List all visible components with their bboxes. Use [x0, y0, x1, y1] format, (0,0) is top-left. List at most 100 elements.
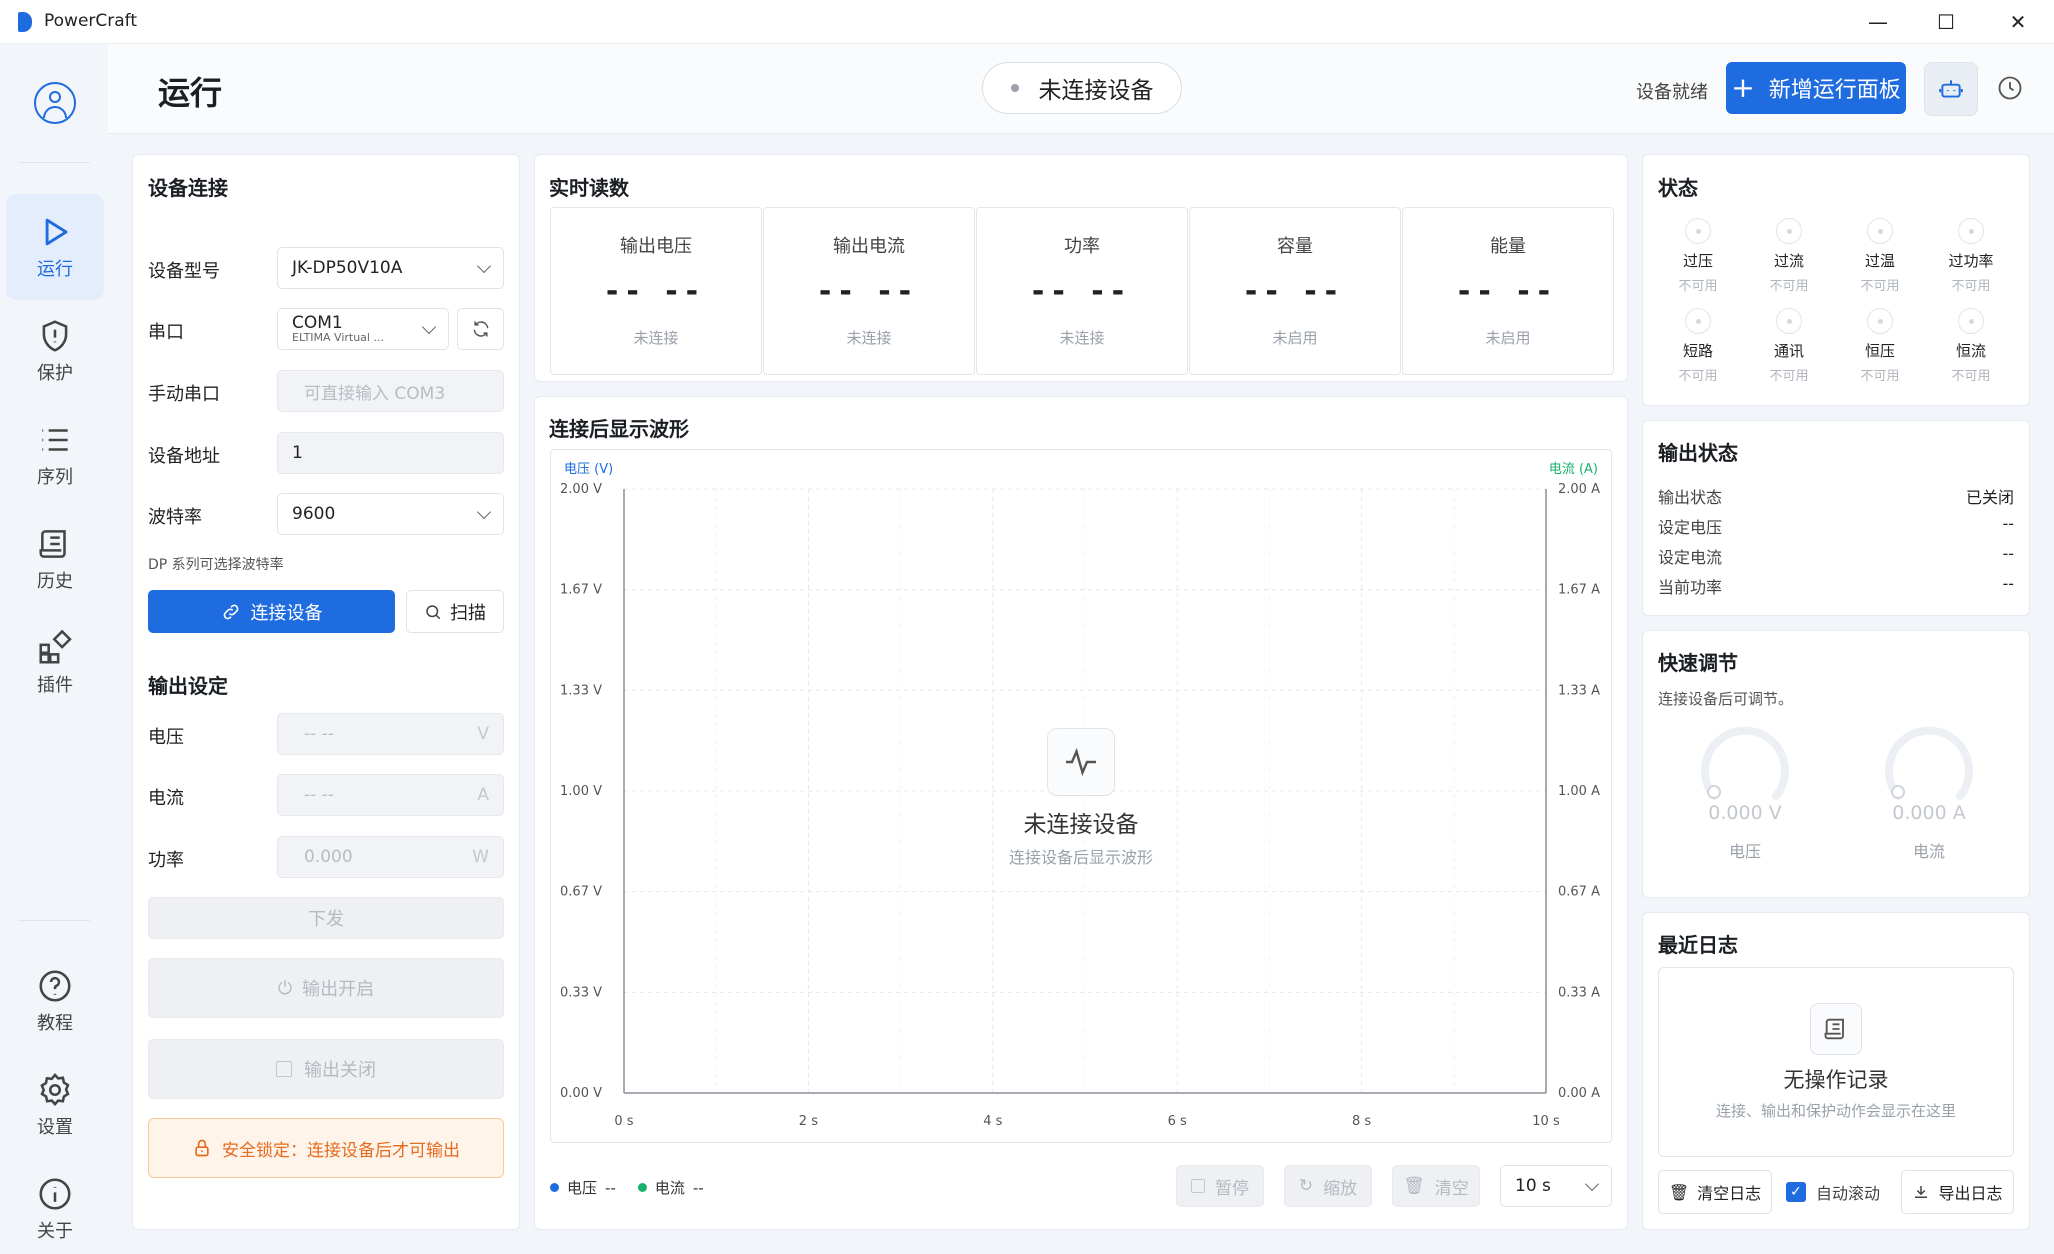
log-empty-title: 无操作记录 — [1783, 1068, 1889, 1092]
stop-square-icon — [276, 1061, 292, 1077]
clear-wave-button[interactable]: 🗑 清空 — [1392, 1165, 1480, 1207]
robot-icon — [1939, 80, 1963, 98]
nav-label: 关于 — [37, 1221, 73, 1242]
current-input[interactable]: -- -- A — [277, 774, 504, 816]
output-settings-title: 输出设定 — [148, 674, 228, 698]
model-select[interactable]: JK-DP50V10A — [277, 247, 504, 289]
user-avatar-icon[interactable] — [34, 82, 76, 124]
voltage-knob[interactable] — [1700, 724, 1790, 814]
nav-item-tutorial[interactable]: 教程 — [6, 948, 104, 1054]
status-sub: 不可用 — [1769, 279, 1809, 294]
y-right-tick-label: 0.00 A — [1558, 1086, 1600, 1101]
nav-item-about[interactable]: 关于 — [6, 1156, 104, 1254]
x-tick-label: 8 s — [1352, 1114, 1371, 1129]
output-on-label: 输出开启 — [302, 979, 375, 1000]
readout-label: 能量 — [1490, 236, 1526, 257]
export-log-label: 导出日志 — [1938, 1184, 2003, 1203]
y-left-tick-label: 0.00 V — [560, 1086, 602, 1101]
nav-label: 插件 — [37, 675, 73, 696]
manual-port-placeholder: 可直接输入 COM3 — [304, 383, 446, 404]
send-button[interactable]: 下发 — [148, 897, 504, 939]
log-scroll-icon — [1810, 1003, 1862, 1055]
nav-item-plugins[interactable]: 插件 — [6, 610, 104, 716]
nav-label: 教程 — [37, 1013, 73, 1034]
connect-label: 连接设备 — [250, 602, 323, 624]
y-left-tick-label: 1.00 V — [560, 784, 602, 799]
waveform-empty-sub: 连接设备后显示波形 — [1008, 848, 1153, 867]
voltage-input[interactable]: -- -- V — [277, 713, 504, 755]
history-clock-button[interactable] — [1996, 74, 2024, 106]
readout-sub: 未启用 — [1272, 329, 1318, 347]
list-icon — [42, 429, 68, 451]
address-input[interactable]: 1 — [277, 432, 504, 474]
status-name: 过压 — [1682, 252, 1713, 270]
new-panel-button[interactable]: + 新增运行面板 — [1726, 62, 1906, 114]
readout-value: -- -- — [1457, 274, 1559, 309]
status-indicator: 短路 不可用 — [1658, 308, 1738, 384]
nav-label: 运行 — [37, 259, 73, 280]
status-sub: 不可用 — [1951, 279, 1991, 294]
status-name: 短路 — [1682, 342, 1713, 360]
nav-item-run[interactable]: 运行 — [6, 194, 104, 300]
y-left-tick-label: 2.00 V — [560, 482, 602, 497]
manual-port-label: 手动串口 — [148, 384, 220, 405]
status-indicator: 恒流 不可用 — [1931, 308, 2011, 384]
clear-log-button[interactable]: 🗑 清空日志 — [1658, 1170, 1772, 1214]
voltage-legend-dot — [550, 1183, 559, 1192]
current-legend-value: -- — [692, 1178, 704, 1197]
current-knob[interactable] — [1884, 724, 1974, 814]
link-icon — [223, 604, 238, 619]
readout-value: -- -- — [605, 274, 707, 309]
device-ready-text: 设备就绪 — [1636, 82, 1708, 103]
baud-select[interactable]: 9600 — [277, 493, 504, 535]
minimize-button[interactable]: — — [1848, 6, 1908, 38]
readout-card: 容量 -- -- 未启用 — [1189, 207, 1401, 375]
nav-item-sequence[interactable]: 序列 — [6, 402, 104, 508]
readout-card: 能量 -- -- 未启用 — [1402, 207, 1614, 375]
output-status-value: -- — [2002, 514, 2014, 533]
output-off-button[interactable]: 输出关闭 — [148, 1039, 504, 1099]
scan-button[interactable]: 扫描 — [406, 590, 504, 633]
status-dot-icon — [1958, 218, 1984, 244]
output-on-button[interactable]: ⏻ 输出开启 — [148, 958, 504, 1018]
robot-button[interactable] — [1924, 62, 1978, 116]
status-dot-icon — [1685, 308, 1711, 334]
manual-port-input[interactable]: 可直接输入 COM3 — [277, 370, 504, 412]
status-indicator: 过温 不可用 — [1840, 218, 1920, 294]
safety-lock-banner: 安全锁定：连接设备后才可输出 — [148, 1118, 504, 1178]
readout-sub: 未连接 — [846, 329, 892, 347]
voltage-legend-label: 电压 — [567, 1179, 598, 1197]
export-log-button[interactable]: 导出日志 — [1901, 1170, 2014, 1214]
status-name: 恒流 — [1955, 342, 1986, 360]
status-sub: 不可用 — [1678, 369, 1718, 384]
pause-button[interactable]: 暂停 — [1176, 1165, 1264, 1207]
chevron-down-icon — [421, 319, 437, 334]
nav-item-history[interactable]: 历史 — [6, 506, 104, 612]
autoscroll-toggle[interactable]: ✓ 自动滚动 — [1786, 1180, 1880, 1204]
trash-icon: 🗑 — [1403, 1176, 1425, 1196]
y-right-axis-title: 电流 (A) — [1549, 462, 1598, 477]
close-button[interactable]: ✕ — [1988, 6, 2048, 38]
readout-value: -- -- — [818, 274, 920, 309]
port-select[interactable]: COM1 ELTIMA Virtual ... — [277, 308, 449, 350]
output-status-key: 设定电流 — [1658, 548, 1723, 567]
power-input[interactable]: 0.000 W — [277, 836, 504, 878]
nav-item-protect[interactable]: 保护 — [6, 298, 104, 404]
status-name: 通讯 — [1773, 342, 1804, 360]
maximize-button[interactable]: ☐ — [1916, 6, 1976, 38]
time-range-select[interactable]: 10 s — [1500, 1165, 1612, 1207]
y-right-tick-label: 2.00 A — [1558, 482, 1600, 497]
time-range-value: 10 s — [1515, 1176, 1551, 1196]
refresh-ports-button[interactable] — [457, 308, 504, 350]
waveform-legend: 电压 -- 电流 -- — [550, 1177, 704, 1198]
connect-button[interactable]: 连接设备 — [148, 590, 395, 633]
nav-item-settings[interactable]: 设置 — [6, 1052, 104, 1158]
voltage-value: -- -- — [304, 724, 334, 744]
checkbox-checked-icon[interactable]: ✓ — [1786, 1182, 1806, 1202]
baud-label: 波特率 — [148, 507, 202, 528]
power-icon: ⏻ — [277, 977, 293, 999]
y-left-tick-label: 1.67 V — [560, 583, 602, 598]
realtime-title: 实时读数 — [549, 176, 629, 200]
zoom-button[interactable]: ↻ 缩放 — [1284, 1165, 1372, 1207]
status-indicator: 过压 不可用 — [1658, 218, 1738, 294]
